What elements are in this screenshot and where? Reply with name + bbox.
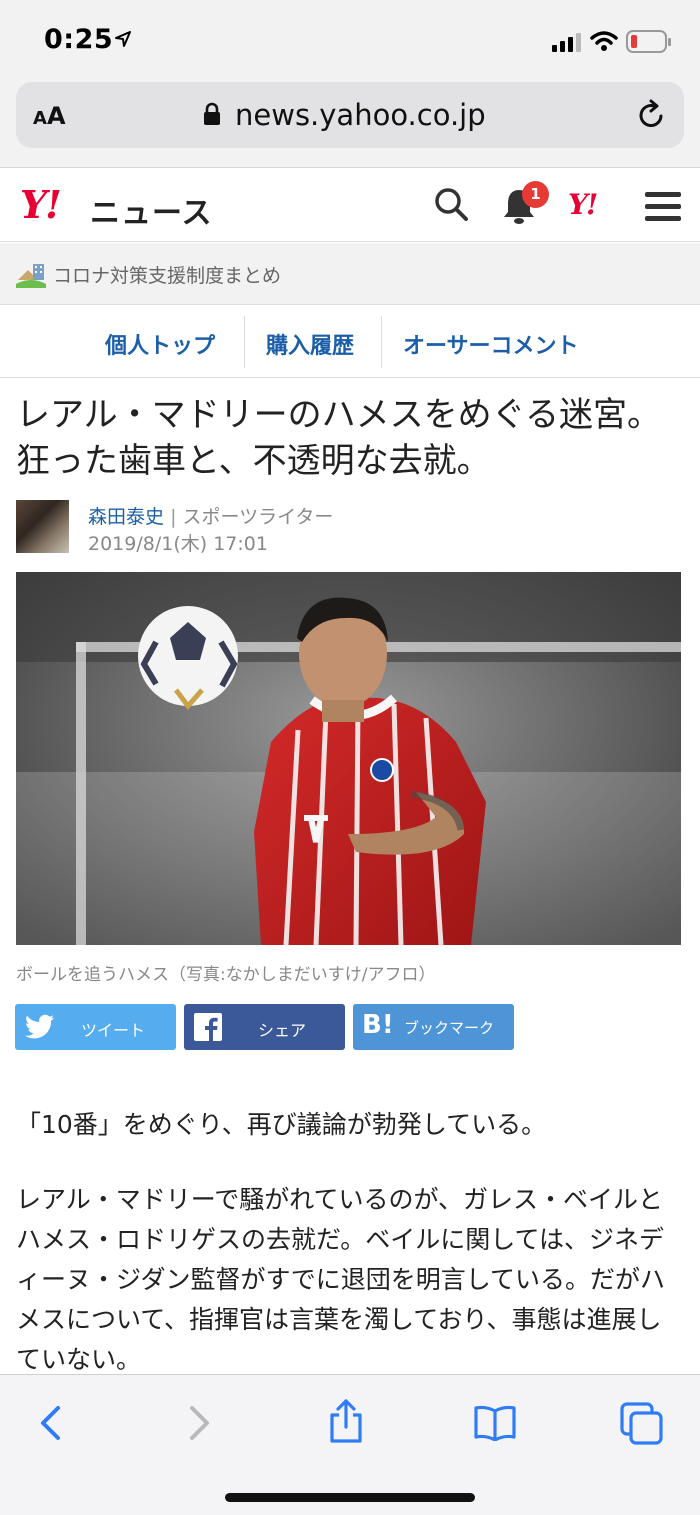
twitter-share-label: ツイート <box>81 1021 146 1040</box>
author-name-link[interactable]: 森田泰史 <box>88 506 164 528</box>
tab-personal-top[interactable]: 個人トップ <box>105 328 215 360</box>
hatena-bookmark-label: ブックマーク <box>404 1019 495 1037</box>
author-avatar[interactable] <box>16 500 69 553</box>
corona-support-banner[interactable]: コロナ対策支援制度まとめ <box>0 243 700 305</box>
reader-text-size-button[interactable]: AA <box>33 102 66 130</box>
status-bar: 0:25 <box>0 0 700 80</box>
photo-caption: ボールを追うハメス（写真:なかしまだいすけ/アフロ） <box>16 965 436 985</box>
cellular-signal-icon <box>552 33 581 52</box>
forward-chevron-icon[interactable] <box>186 1405 212 1441</box>
yahoo-logo[interactable]: Y! <box>20 182 62 227</box>
back-chevron-icon[interactable] <box>38 1405 64 1441</box>
house-icon <box>16 264 46 288</box>
twitter-bird-icon <box>25 1014 54 1039</box>
facebook-share-button[interactable]: シェア <box>184 1004 345 1050</box>
share-icon[interactable] <box>328 1399 364 1443</box>
byline-separator: | <box>170 506 177 528</box>
section-title[interactable]: ニュース <box>90 188 213 232</box>
author-byline: 森田泰史 | スポーツライター <box>88 502 333 529</box>
url-text[interactable]: news.yahoo.co.jp <box>235 98 486 132</box>
article-paragraph: 「10番」をめぐり、再び議論が勃発している。 <box>16 1110 547 1139</box>
tab-divider <box>381 316 382 368</box>
article-photo[interactable] <box>16 572 681 945</box>
twitter-share-button[interactable]: ツイート <box>15 1004 176 1050</box>
address-bar[interactable]: AA news.yahoo.co.jp <box>16 82 684 148</box>
location-arrow-icon <box>115 31 131 47</box>
wifi-icon <box>590 31 618 51</box>
author-role: スポーツライター <box>182 506 334 528</box>
football-player-photo <box>16 572 681 945</box>
reload-icon[interactable] <box>636 99 668 131</box>
article-title: レアル・マドリーのハメスをめぐる迷宮。狂った歯車と、不透明な去就。 <box>16 395 661 481</box>
post-date: 2019/8/1(木) 17:01 <box>88 533 268 555</box>
battery-low-icon <box>626 30 671 53</box>
bookmarks-book-icon[interactable] <box>474 1405 516 1441</box>
tab-author-comments[interactable]: オーサーコメント <box>403 328 579 360</box>
search-icon[interactable] <box>433 186 469 222</box>
notification-badge: 1 <box>522 181 549 208</box>
author-tabs: 個人トップ 購入履歴 オーサーコメント <box>0 306 700 378</box>
browser-address-area: AA news.yahoo.co.jp <box>0 80 700 168</box>
hatena-bookmark-icon: B! <box>362 1010 394 1040</box>
tabs-overview-icon[interactable] <box>620 1402 664 1446</box>
yahoo-top-link-icon[interactable]: Y! <box>568 188 598 221</box>
facebook-share-label: シェア <box>258 1021 307 1040</box>
tab-purchase-history[interactable]: 購入履歴 <box>266 328 354 360</box>
facebook-icon <box>194 1013 222 1041</box>
banner-text[interactable]: コロナ対策支援制度まとめ <box>53 261 281 288</box>
home-indicator[interactable] <box>225 1493 475 1502</box>
status-time: 0:25 <box>44 24 114 55</box>
hatena-bookmark-button[interactable]: B! ブックマーク <box>353 1004 514 1050</box>
lock-icon <box>204 102 220 125</box>
article-paragraph: レアル・マドリーで騒がれているのが、ガレス・ベイルとハメス・ロドリゲスの去就だ。… <box>16 1185 666 1370</box>
tab-divider <box>244 316 245 368</box>
hamburger-menu-icon[interactable] <box>645 192 681 222</box>
